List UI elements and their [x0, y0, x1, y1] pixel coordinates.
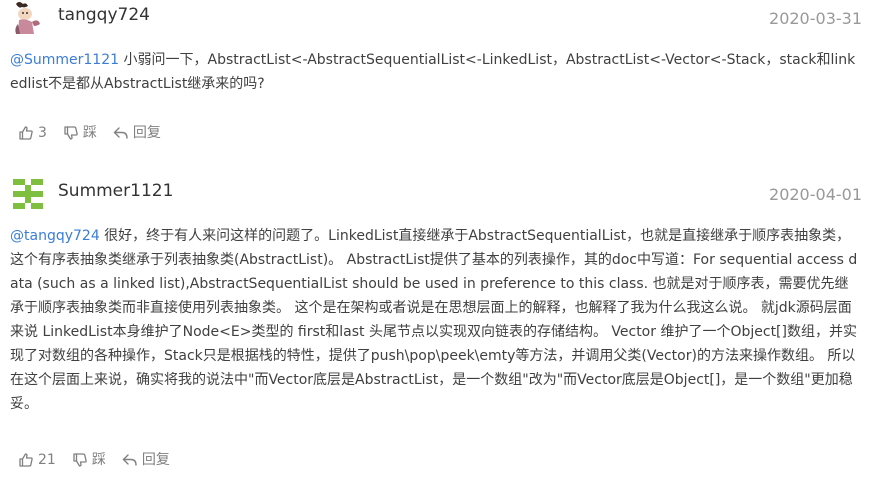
comment-text: 小弱问一下，AbstractList<-AbstractSequentialLi…: [10, 52, 856, 92]
comment-actions: 21 踩 回复: [18, 451, 186, 469]
comment-content: @tangqy724 很好，终于有人来问这样的问题了。LinkedList直接继…: [10, 224, 860, 416]
comment-username[interactable]: Summer1121: [58, 181, 173, 201]
like-count: 3: [38, 125, 47, 141]
reply-label: 回复: [132, 125, 161, 141]
comment-username[interactable]: tangqy724: [58, 5, 150, 25]
dislike-label: 踩: [91, 452, 106, 468]
user-avatar[interactable]: [10, 176, 46, 212]
thumbs-up-icon: [19, 126, 33, 140]
reply-icon: [122, 454, 137, 466]
dislike-button[interactable]: 踩: [63, 124, 97, 142]
thumbs-down-icon: [73, 453, 87, 467]
thumbs-up-icon: [19, 453, 33, 467]
comment-item: Summer1121 2020-04-01 @tangqy724 很好，终于有人…: [0, 168, 882, 479]
reply-label: 回复: [141, 452, 170, 468]
comment-text: 很好，终于有人来问这样的问题了。LinkedList直接继承于AbstractS…: [10, 228, 858, 412]
mention-link[interactable]: @tangqy724: [10, 228, 100, 244]
mention-link[interactable]: @Summer1121: [10, 52, 119, 68]
green-identicon-avatar-icon: [10, 176, 46, 212]
comment-item: tangqy724 2020-03-31 @Summer1121 小弱问一下，A…: [0, 0, 882, 158]
reply-button[interactable]: 回复: [113, 124, 161, 142]
dislike-button[interactable]: 踩: [72, 451, 106, 469]
comment-date: 2020-04-01: [769, 185, 862, 204]
reply-button[interactable]: 回复: [122, 451, 170, 469]
comment-content: @Summer1121 小弱问一下，AbstractList<-Abstract…: [10, 48, 860, 96]
thumbs-down-icon: [64, 126, 78, 140]
dislike-label: 踩: [82, 125, 97, 141]
cartoon-character-avatar-icon: [10, 0, 46, 36]
reply-icon: [113, 127, 128, 139]
comment-actions: 3 踩 回复: [18, 124, 177, 142]
like-button[interactable]: 3: [18, 124, 47, 142]
like-button[interactable]: 21: [18, 451, 56, 469]
comment-date: 2020-03-31: [769, 9, 862, 28]
user-avatar[interactable]: [10, 0, 46, 36]
like-count: 21: [38, 452, 56, 468]
